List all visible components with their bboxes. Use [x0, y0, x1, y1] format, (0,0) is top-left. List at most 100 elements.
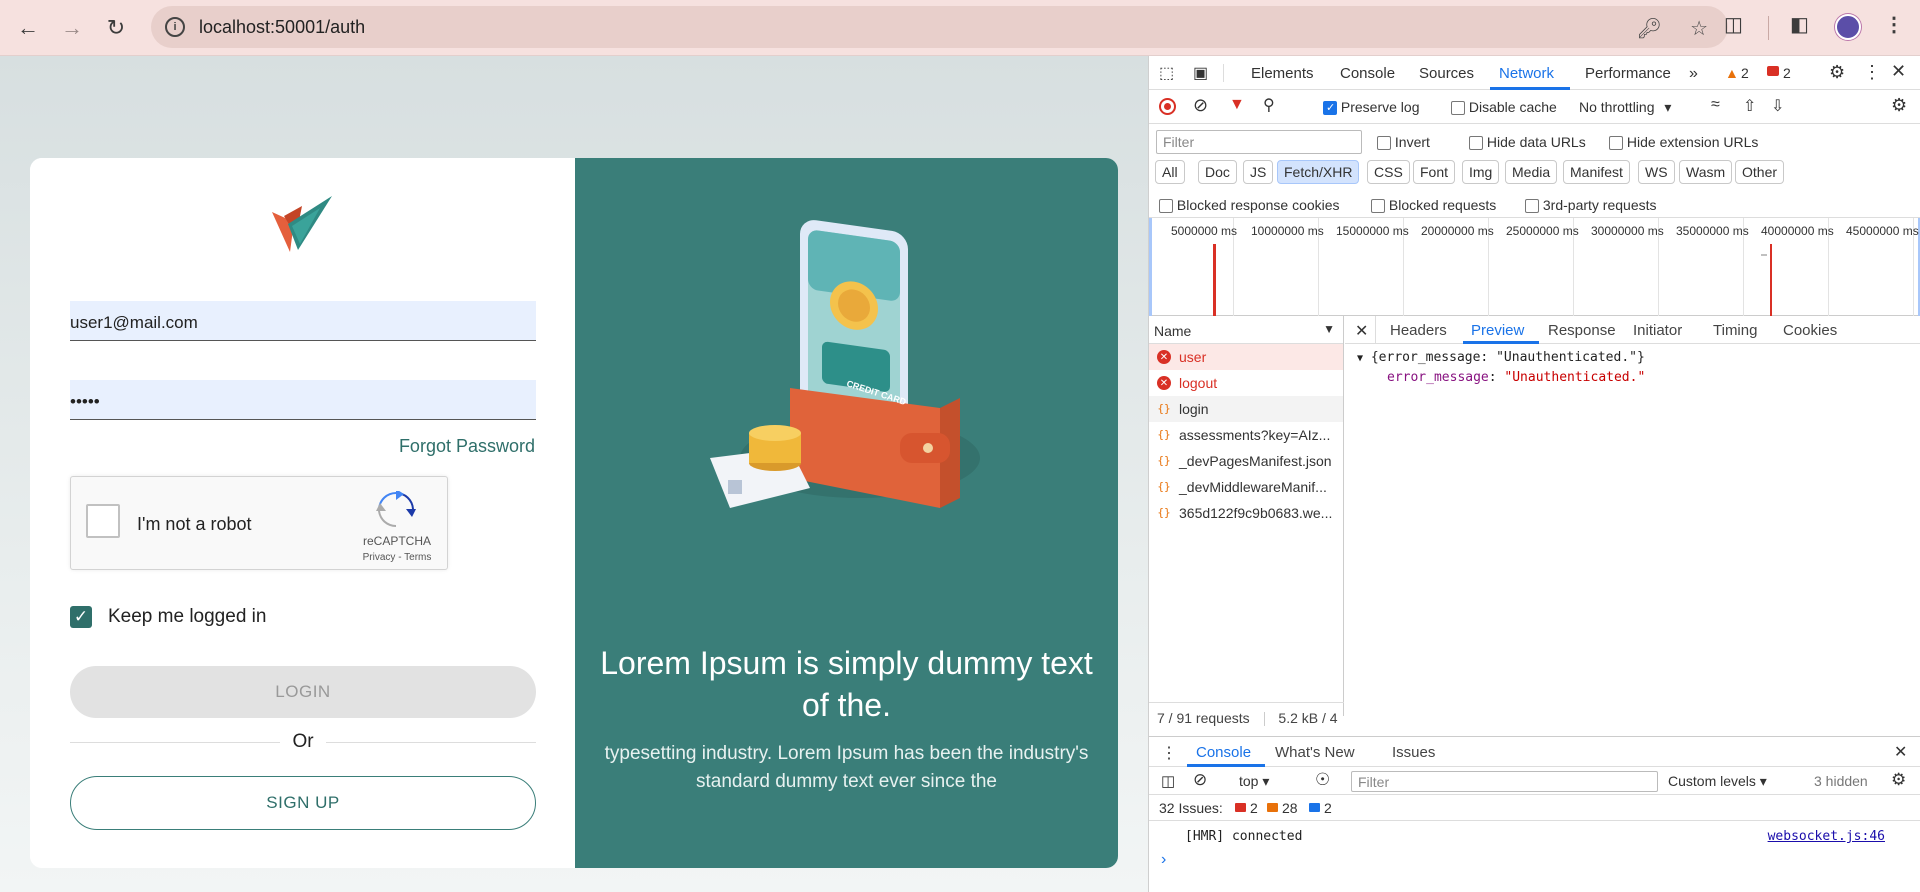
tab-elements[interactable]: Elements: [1251, 65, 1314, 82]
error-icon[interactable]: [1767, 66, 1779, 76]
blocked-requests-checkbox[interactable]: [1371, 199, 1385, 214]
type-filter-manifest[interactable]: Manifest: [1563, 160, 1630, 184]
hide-data-urls-toggle[interactable]: Hide data URLs: [1469, 134, 1586, 151]
preserve-log-checkbox[interactable]: [1323, 101, 1337, 116]
type-filter-img[interactable]: Img: [1462, 160, 1500, 184]
type-filter-fetch-xhr[interactable]: Fetch/XHR: [1277, 160, 1360, 184]
warning-count[interactable]: 2: [1741, 65, 1749, 81]
log-levels-select[interactable]: Custom levels ▾: [1668, 773, 1767, 790]
preserve-log-toggle[interactable]: Preserve log: [1323, 99, 1419, 116]
back-arrow-icon[interactable]: ←: [12, 12, 44, 44]
device-toolbar-icon[interactable]: ▣: [1193, 63, 1208, 83]
detail-tab-response[interactable]: Response: [1548, 322, 1616, 339]
throttling-select[interactable]: No throttling ▾: [1579, 99, 1671, 116]
email-field[interactable]: user1@mail.com: [70, 301, 536, 341]
console-source-link[interactable]: websocket.js:46: [1768, 829, 1885, 844]
hide-extension-urls-toggle[interactable]: Hide extension URLs: [1609, 134, 1758, 151]
live-expression-eye-icon[interactable]: ☉: [1315, 770, 1330, 790]
login-button[interactable]: LOGIN: [70, 666, 536, 718]
type-filter-other[interactable]: Other: [1735, 160, 1785, 184]
drawer-tab-whats-new[interactable]: What's New: [1275, 744, 1355, 761]
extensions-icon[interactable]: ◫: [1724, 12, 1743, 37]
clear-log-icon[interactable]: ⊘: [1193, 95, 1208, 116]
name-column-header[interactable]: Name ▼: [1149, 316, 1343, 344]
record-stop-icon[interactable]: [1159, 98, 1176, 115]
type-filter-all[interactable]: All: [1155, 160, 1185, 184]
detail-tab-timing[interactable]: Timing: [1713, 322, 1757, 339]
type-filter-ws[interactable]: WS: [1638, 160, 1675, 184]
password-key-icon[interactable]: 🔑︎: [1637, 16, 1662, 41]
hide-data-urls-checkbox[interactable]: [1469, 136, 1483, 151]
tab-console[interactable]: Console: [1340, 65, 1395, 82]
request-row-assessments[interactable]: {} assessments?key=AIz...: [1149, 422, 1343, 448]
console-settings-icon[interactable]: ⚙: [1891, 770, 1906, 790]
type-filter-media[interactable]: Media: [1505, 160, 1558, 184]
sidebar-toggle-icon[interactable]: ◫: [1161, 772, 1175, 790]
filter-funnel-icon[interactable]: ▼: [1229, 96, 1245, 114]
context-select[interactable]: top ▾: [1239, 773, 1269, 790]
drawer-menu-icon[interactable]: ⋮: [1161, 743, 1177, 763]
request-row-webpack-hot-update[interactable]: {} 365d122f9c9b0683.we...: [1149, 500, 1343, 526]
network-filter-input[interactable]: Filter: [1156, 130, 1362, 154]
network-conditions-icon[interactable]: ≈: [1711, 96, 1720, 114]
tab-sources[interactable]: Sources: [1419, 65, 1474, 82]
blocked-response-cookies-toggle[interactable]: Blocked response cookies: [1159, 197, 1340, 214]
warning-icon[interactable]: ▲: [1725, 65, 1739, 81]
recaptcha-links[interactable]: Privacy - Terms: [353, 552, 441, 563]
close-drawer-icon[interactable]: ✕: [1894, 742, 1907, 762]
tab-performance[interactable]: Performance: [1585, 65, 1671, 82]
bookmark-star-icon[interactable]: ☆: [1690, 16, 1708, 41]
network-settings-icon[interactable]: ⚙: [1891, 95, 1907, 116]
more-tabs-icon[interactable]: »: [1689, 65, 1698, 83]
blocked-response-cookies-checkbox[interactable]: [1159, 199, 1173, 214]
address-bar[interactable]: i localhost:50001/auth 🔑︎ ☆: [151, 6, 1728, 48]
close-detail-icon[interactable]: ✕: [1355, 321, 1368, 341]
browser-menu-icon[interactable]: ⋮: [1884, 12, 1904, 37]
disable-cache-toggle[interactable]: Disable cache: [1451, 99, 1557, 116]
search-icon[interactable]: ⚲: [1263, 95, 1275, 115]
console-filter-input[interactable]: Filter: [1351, 771, 1658, 792]
preview-summary[interactable]: ▼ {error_message: "Unauthenticated."}: [1357, 350, 1645, 365]
expand-triangle-icon[interactable]: ▼: [1357, 353, 1363, 364]
detail-tab-preview[interactable]: Preview: [1471, 322, 1524, 339]
detail-tab-headers[interactable]: Headers: [1390, 322, 1447, 339]
issues-summary[interactable]: 32 Issues: 2 28 2: [1149, 795, 1920, 821]
password-field[interactable]: •••••: [70, 380, 536, 420]
detail-tab-initiator[interactable]: Initiator: [1633, 322, 1682, 339]
inspect-element-icon[interactable]: ⬚: [1159, 63, 1174, 83]
url-text[interactable]: localhost:50001/auth: [199, 17, 365, 38]
site-info-icon[interactable]: i: [165, 17, 185, 37]
reload-icon[interactable]: ↻: [100, 12, 132, 44]
hide-extension-urls-checkbox[interactable]: [1609, 136, 1623, 151]
type-filter-font[interactable]: Font: [1413, 160, 1456, 184]
error-count[interactable]: 2: [1783, 65, 1791, 81]
clear-console-icon[interactable]: ⊘: [1193, 770, 1207, 790]
type-filter-doc[interactable]: Doc: [1198, 160, 1237, 184]
console-prompt-row[interactable]: ›: [1149, 849, 1920, 873]
request-row-dev-pages-manifest[interactable]: {} _devPagesManifest.json: [1149, 448, 1343, 474]
keep-logged-in-checkbox[interactable]: ✓: [70, 606, 92, 628]
console-prompt-icon[interactable]: ›: [1161, 851, 1166, 869]
request-row-login[interactable]: {} login: [1149, 396, 1343, 422]
tab-network[interactable]: Network: [1499, 65, 1554, 82]
invert-checkbox[interactable]: [1377, 136, 1391, 151]
request-row-logout[interactable]: ✕ logout: [1149, 370, 1343, 396]
drawer-tab-console[interactable]: Console: [1196, 744, 1251, 761]
signup-button[interactable]: SIGN UP: [70, 776, 536, 830]
type-filter-js[interactable]: JS: [1243, 160, 1274, 184]
recaptcha-checkbox[interactable]: [86, 504, 120, 538]
forward-arrow-icon[interactable]: →: [56, 12, 88, 44]
profile-avatar[interactable]: [1835, 14, 1861, 40]
settings-gear-icon[interactable]: ⚙: [1829, 62, 1845, 83]
more-options-icon[interactable]: ⋮: [1863, 62, 1881, 83]
forgot-password-link[interactable]: Forgot Password: [399, 436, 535, 457]
third-party-toggle[interactable]: 3rd-party requests: [1525, 197, 1657, 214]
disable-cache-checkbox[interactable]: [1451, 101, 1465, 116]
request-row-user[interactable]: ✕ user: [1149, 344, 1343, 370]
blocked-requests-toggle[interactable]: Blocked requests: [1371, 197, 1496, 214]
request-row-dev-middleware-manifest[interactable]: {} _devMiddlewareManif...: [1149, 474, 1343, 500]
close-devtools-icon[interactable]: ✕: [1891, 61, 1906, 82]
export-har-icon[interactable]: ⇩: [1771, 96, 1784, 116]
side-panel-icon[interactable]: ◧: [1790, 12, 1809, 37]
import-har-icon[interactable]: ⇧: [1743, 96, 1756, 116]
